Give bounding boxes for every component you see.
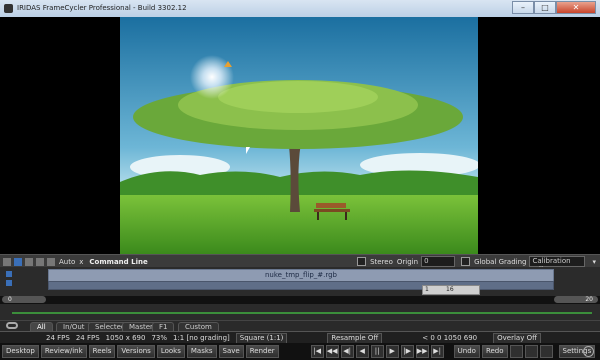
save-button[interactable]: Save xyxy=(218,345,244,358)
global-grading-label: Global Grading xyxy=(474,257,527,266)
step-back-button[interactable]: ◀| xyxy=(340,345,354,358)
fast-rewind-button[interactable]: ◀◀ xyxy=(325,345,339,358)
split-icon[interactable] xyxy=(25,257,33,266)
aspect-dropdown[interactable]: Square (1:1) xyxy=(235,332,288,344)
global-grading-checkbox[interactable] xyxy=(461,257,471,266)
go-to-end-button[interactable]: ▶| xyxy=(430,345,444,358)
pause-button[interactable]: || xyxy=(370,345,384,358)
bottom-toolbar: Desktop Review/ink Reels Versions Looks … xyxy=(0,343,600,360)
minimize-button[interactable]: – xyxy=(512,1,534,14)
coordinates-readout: < 0 0 1050 690 xyxy=(422,334,478,342)
playback-progress-line xyxy=(12,312,592,314)
go-to-start-button[interactable]: |◀ xyxy=(310,345,324,358)
fast-forward-button[interactable]: ▶▶ xyxy=(415,345,429,358)
frame-scrubber[interactable]: 0 20 xyxy=(0,296,600,304)
masks-button[interactable]: Masks xyxy=(186,345,217,358)
grid-icon[interactable] xyxy=(539,345,553,358)
resolution: 1050 x 690 xyxy=(105,334,146,342)
app-icon xyxy=(4,4,13,13)
fps-setting[interactable]: 24 FPS xyxy=(46,334,70,342)
folder-icon[interactable] xyxy=(524,345,538,358)
stereo-checkbox[interactable] xyxy=(357,257,367,266)
stop-icon[interactable] xyxy=(583,346,594,357)
viewer-image xyxy=(120,17,478,254)
tree-scene-image xyxy=(120,17,478,254)
maximize-button[interactable]: □ xyxy=(534,1,556,14)
zoom-level: 73% xyxy=(151,334,167,342)
versions-button[interactable]: Versions xyxy=(117,345,155,358)
play-reverse-button[interactable]: ◀ xyxy=(355,345,369,358)
fit-icon[interactable] xyxy=(47,257,55,266)
step-forward-button[interactable]: |▶ xyxy=(400,345,414,358)
range-selector[interactable]: 1 16 xyxy=(422,285,480,295)
window-title: IRIDAS FrameCycler Professional - Build … xyxy=(17,4,187,12)
image-viewer[interactable] xyxy=(0,17,600,254)
resample-dropdown[interactable]: Resample Off xyxy=(327,332,383,344)
layout-icon[interactable] xyxy=(3,257,11,266)
mouse-cursor xyxy=(246,147,252,154)
timeline-panel: nuke_tmp_flip_#.rgb 1 16 0 20 xyxy=(0,267,600,327)
end-frame[interactable]: 20 xyxy=(554,296,598,303)
command-bar: Auto x Command Line Stereo Origin 0 Glob… xyxy=(0,254,600,274)
auto-toggle[interactable]: Auto xyxy=(59,258,75,266)
range-end: 16 xyxy=(446,286,454,293)
track-controls xyxy=(4,269,42,291)
loop-icon[interactable] xyxy=(6,322,18,329)
range-start: 1 xyxy=(425,286,429,293)
play-button[interactable]: ▶ xyxy=(385,345,399,358)
transport-controls: |◀ ◀◀ ◀| ◀ || ▶ |▶ ▶▶ ▶| xyxy=(309,345,444,358)
chevron-down-icon[interactable]: ▾ xyxy=(592,258,596,266)
title-bar: IRIDAS FrameCycler Professional - Build … xyxy=(0,0,600,18)
stereo-label: Stereo xyxy=(370,257,393,266)
undo-button[interactable]: Undo xyxy=(453,345,480,358)
redo-button[interactable]: Redo xyxy=(481,345,508,358)
grading-status: 1:1 [no grading] xyxy=(173,334,230,342)
command-line-label[interactable]: Command Line xyxy=(89,258,147,266)
review-ink-button[interactable]: Review/ink xyxy=(40,345,87,358)
track-visibility-icon[interactable] xyxy=(6,280,12,286)
window-controls: – □ ✕ xyxy=(512,1,596,14)
origin-field[interactable]: 0 xyxy=(421,256,456,267)
track-lock-icon[interactable] xyxy=(6,271,12,277)
camera-icon[interactable] xyxy=(509,345,523,358)
start-frame[interactable]: 0 xyxy=(2,296,46,303)
desktop-button[interactable]: Desktop xyxy=(2,345,39,358)
origin-label: Origin xyxy=(396,257,419,266)
render-button[interactable]: Render xyxy=(245,345,279,358)
close-command-icon[interactable]: x xyxy=(79,258,83,266)
close-button[interactable]: ✕ xyxy=(556,1,596,14)
fps-actual: 24 FPS xyxy=(75,334,100,342)
calibration-dropdown[interactable]: Calibration Off xyxy=(529,256,586,274)
overlay-dropdown[interactable]: Overlay Off xyxy=(493,332,541,344)
looks-button[interactable]: Looks xyxy=(156,345,185,358)
display-icon[interactable] xyxy=(14,257,22,266)
center-icon[interactable] xyxy=(36,257,44,266)
reels-button[interactable]: Reels xyxy=(88,345,116,358)
